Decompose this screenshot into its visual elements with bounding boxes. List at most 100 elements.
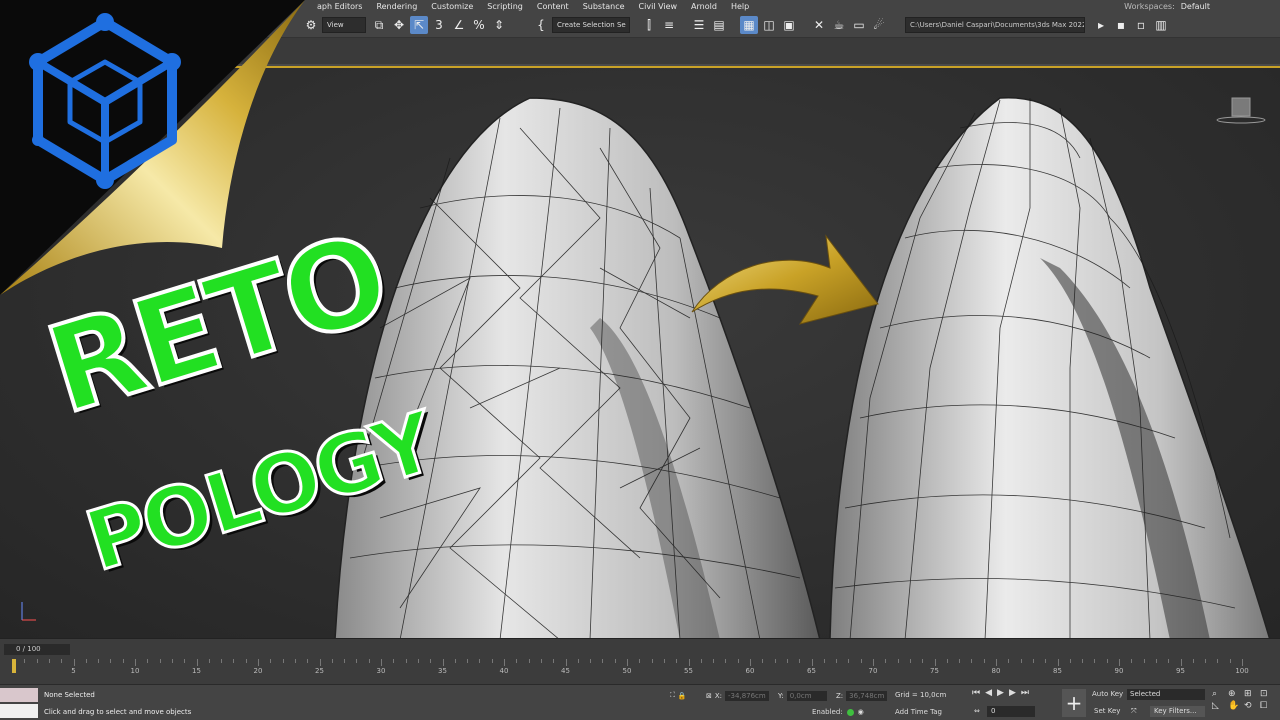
timeline-tick-label: 95 (1176, 667, 1185, 675)
timeline-tick-label: 80 (991, 667, 1001, 675)
timeline-tick (1106, 659, 1108, 663)
viewcube-icon[interactable] (1216, 97, 1266, 124)
timeline-tick (848, 659, 850, 663)
axis-tripod-icon (21, 602, 36, 621)
timeline-tick (1020, 659, 1022, 663)
set-key-button[interactable]: Set Key (1094, 707, 1120, 715)
maxscript-listener[interactable] (0, 688, 38, 702)
timeline-tick-label: 5 (71, 667, 76, 675)
menu-item[interactable]: aph Editors (310, 2, 369, 11)
timeline-tick (48, 659, 50, 663)
workspace-value[interactable]: Default (1181, 2, 1210, 11)
key-filters-button[interactable]: Key Filters... (1150, 706, 1205, 717)
timeline-tick (98, 659, 100, 663)
menu-item[interactable]: Rendering (369, 2, 424, 11)
render-production-icon[interactable]: ☄ (870, 16, 888, 34)
material-editor-icon[interactable]: ✕ (810, 16, 828, 34)
snap-3d-icon[interactable]: 3 (430, 16, 448, 34)
angle-snap-icon[interactable]: ∠ (450, 16, 468, 34)
time-slider-thumb[interactable] (12, 659, 16, 673)
select-move-icon[interactable]: ⇱ (410, 16, 428, 34)
reference-coord-dropdown[interactable]: View (322, 17, 366, 33)
maxscript-input[interactable] (0, 704, 38, 718)
menu-item[interactable]: Scripting (480, 2, 530, 11)
isolate-icon[interactable]: ⛶ (670, 691, 675, 700)
high-poly-mesh[interactable] (334, 97, 821, 638)
menu-item[interactable]: Help (724, 2, 756, 11)
mirror-icon[interactable]: ⫿ (640, 16, 658, 34)
orbit-icon[interactable]: ⟲ (1244, 701, 1258, 711)
timeline-tick (405, 659, 407, 663)
render-setup-icon[interactable]: ☕ (830, 16, 848, 34)
enabled-indicator-icon[interactable] (846, 708, 854, 716)
layer-explorer-icon[interactable]: ▤ (710, 16, 728, 34)
go-to-start-icon[interactable]: ⏮ (972, 688, 980, 698)
timeline-tick (1192, 659, 1194, 663)
key-set-dropdown[interactable]: Selected (1127, 689, 1205, 700)
percent-snap-icon[interactable]: % (470, 16, 488, 34)
timeline-tick-label: 65 (807, 667, 816, 675)
timeline-tick (221, 659, 223, 663)
selection-lock-icon[interactable]: ◉ (858, 708, 864, 716)
timeline-tick-label: 70 (868, 667, 878, 675)
add-time-tag[interactable]: Add Time Tag (895, 708, 942, 716)
timeline-tick (553, 659, 555, 663)
spinner-snap-icon[interactable]: ⇕ (490, 16, 508, 34)
z-field[interactable]: 36,748cm (846, 691, 888, 701)
retopo-mesh[interactable] (829, 96, 1271, 638)
zoom-icon[interactable]: ⌕ (1212, 689, 1226, 699)
curve-editor-icon[interactable]: ◫ (760, 16, 778, 34)
zoom-extents-all-icon[interactable]: ⊡ (1260, 689, 1274, 699)
selection-set-dropdown[interactable]: Create Selection Se (552, 17, 630, 33)
timeline-tick (614, 659, 616, 663)
pan-icon[interactable]: ✋ (1228, 701, 1242, 711)
menu-item[interactable]: Substance (576, 2, 632, 11)
asset-tracking-icon[interactable]: ▥ (1152, 16, 1170, 34)
menu-item[interactable]: Customize (424, 2, 480, 11)
zoom-all-icon[interactable]: ⊕ (1228, 689, 1242, 699)
track-bar[interactable]: 5 10 15 20 25 30 35 40 45 50 55 60 65 70 75 80 85 90 95 100 (12, 659, 1252, 683)
play-icon[interactable]: ▶ (997, 688, 1004, 698)
menu-item[interactable]: Content (530, 2, 576, 11)
timeline-tick (897, 659, 899, 663)
timeline-tick (184, 659, 186, 663)
y-field[interactable]: 0,0cm (786, 691, 827, 701)
schematic-view-icon[interactable]: ▣ (780, 16, 798, 34)
open-project-icon[interactable]: ▪ (1112, 16, 1130, 34)
next-frame-icon[interactable]: ▶ (1009, 688, 1016, 698)
select-by-name-icon[interactable]: ⧉ (370, 16, 388, 34)
go-to-end-icon[interactable]: ⏭ (1021, 688, 1029, 698)
key-mode-icon[interactable]: ⇔ (974, 707, 980, 715)
timeline-tick (700, 659, 702, 663)
move-icon[interactable]: ✥ (390, 16, 408, 34)
zoom-extents-icon[interactable]: ⊞ (1244, 689, 1258, 699)
set-keys-icon[interactable]: + (1062, 689, 1086, 717)
rendered-frame-icon[interactable]: ▭ (850, 16, 868, 34)
timeline-tick (922, 659, 924, 663)
time-slider[interactable]: 0 / 100 5 10 15 20 25 30 35 40 45 50 55 60 65 70 75 80 8… (0, 638, 1280, 684)
lock-selection-icon[interactable]: 🔒 (678, 692, 687, 700)
project-settings-icon[interactable]: ▫ (1132, 16, 1150, 34)
timeline-tick-label: 55 (684, 667, 693, 675)
workspace-selector[interactable]: Workspaces: Default (1124, 2, 1280, 11)
align-icon[interactable]: ≡ (660, 16, 678, 34)
fov-icon[interactable]: ◺ (1212, 701, 1226, 711)
x-field[interactable]: -34,876cm (725, 691, 769, 701)
maximize-viewport-icon[interactable]: ⧠ (1260, 701, 1274, 711)
absolute-mode-icon[interactable]: ⊠ (706, 692, 712, 700)
current-frame-field[interactable]: 0 (987, 706, 1035, 717)
timeline-tick (1008, 659, 1010, 663)
frame-counter[interactable]: 0 / 100 (4, 644, 70, 655)
tangent-icon[interactable]: ⤧ (1131, 707, 1137, 716)
scene-explorer-icon[interactable]: ☰ (690, 16, 708, 34)
toggle-ribbon-icon[interactable]: ▦ (740, 16, 758, 34)
timeline-tick (762, 659, 764, 663)
project-path-dropdown[interactable]: C:\Users\Daniel Caspari\Documents\3ds Ma… (905, 17, 1085, 33)
timeline-tick (1045, 659, 1047, 663)
previous-frame-icon[interactable]: ◀ (985, 688, 992, 698)
auto-key-button[interactable]: Auto Key (1092, 690, 1123, 698)
project-folder-icon[interactable]: ▸ (1092, 16, 1110, 34)
menu-item[interactable]: Arnold (684, 2, 724, 11)
edit-named-selection-icon[interactable]: { (532, 16, 550, 34)
menu-item[interactable]: Civil View (632, 2, 685, 11)
